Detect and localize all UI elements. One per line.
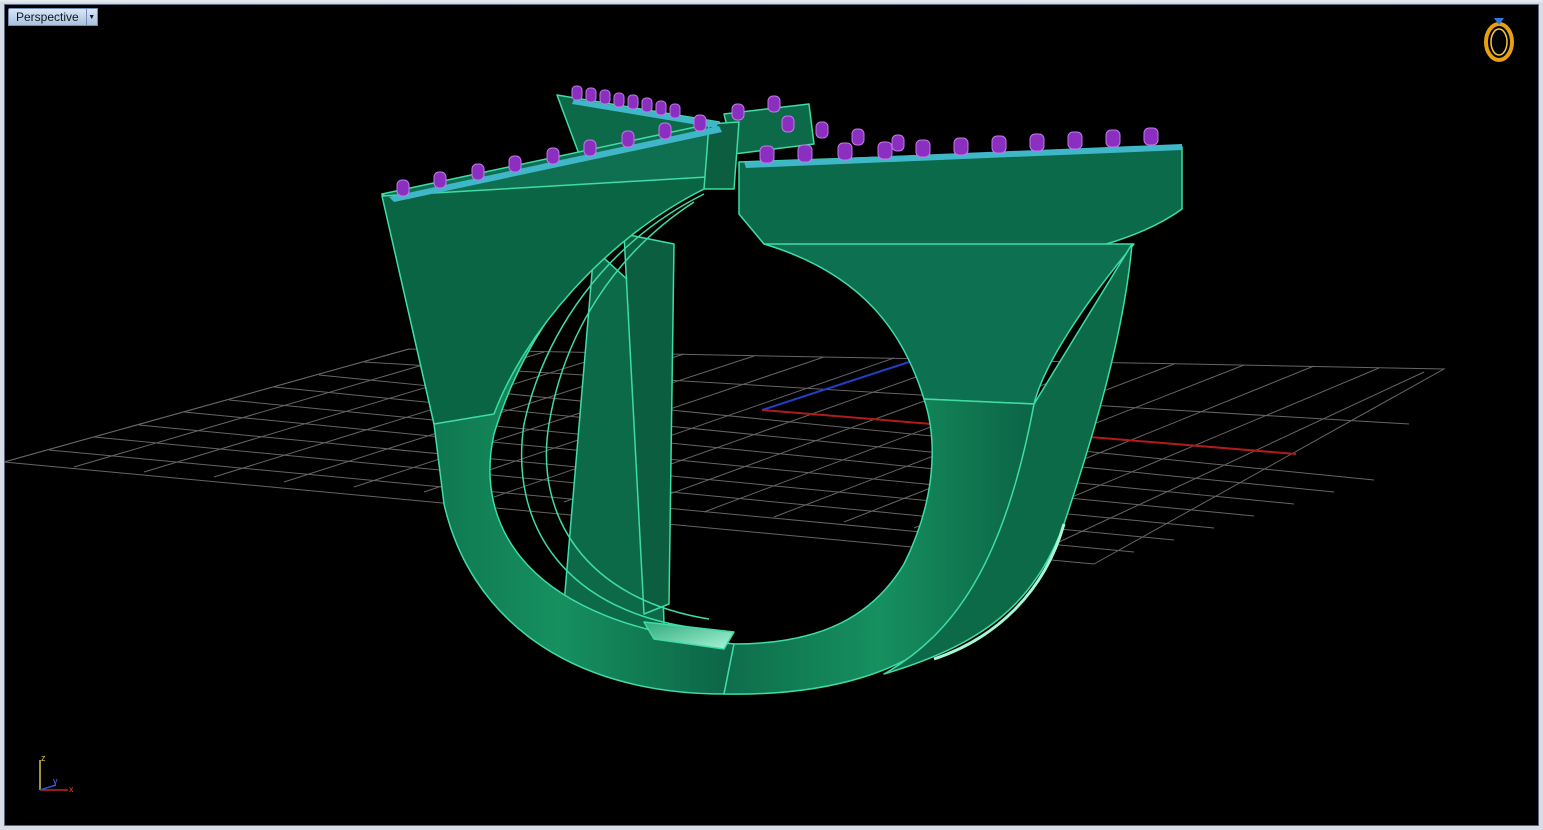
triangle-down-icon: ▼ [88,13,96,21]
viewport-menu-button[interactable]: ▼ [86,8,98,26]
axis-label-z: z [41,753,46,763]
ring-icon[interactable] [1484,18,1514,62]
construction-grid [4,348,1446,565]
axis-label-x: x [69,784,74,794]
axis-widget: z y x [39,753,74,794]
axis-label-y: y [53,776,58,786]
world-y-axis [761,361,910,411]
3d-scene[interactable]: z y x [4,4,1539,826]
viewport-title[interactable]: Perspective [8,8,87,26]
perspective-viewport[interactable]: Perspective ▼ z y x [4,4,1539,826]
ring-model[interactable] [381,94,1183,695]
viewport-tab[interactable]: Perspective ▼ [8,8,98,26]
